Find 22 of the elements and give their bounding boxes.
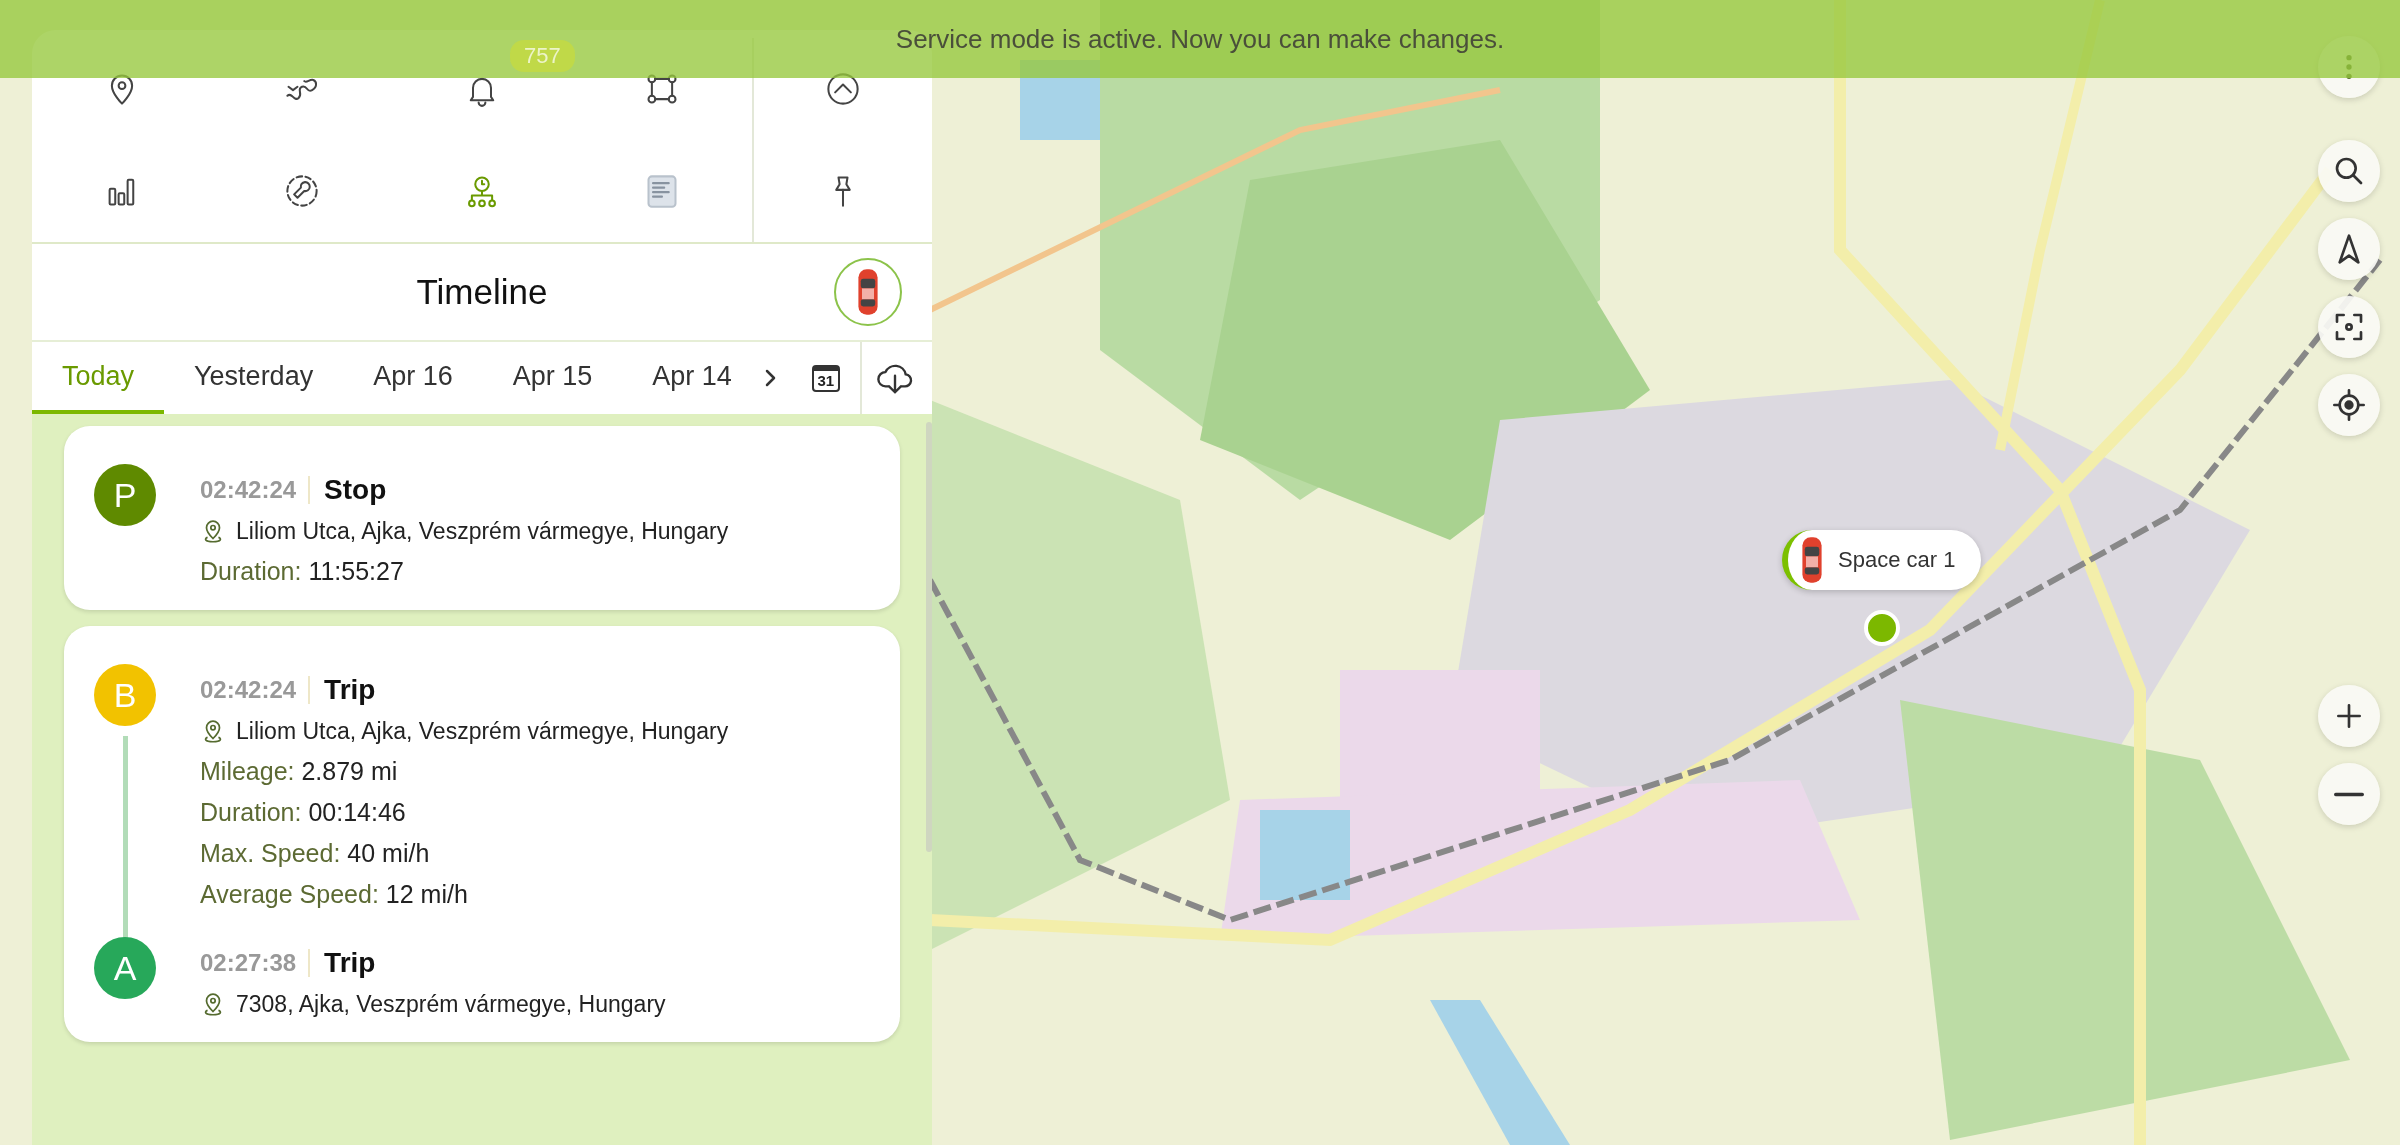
event-detail: Average Speed: 12 mi/h [200,880,469,909]
event-marker: A [94,937,156,999]
count-badge: 757 [510,40,575,72]
event-marker: B [94,664,156,726]
event-type: Trip [324,947,376,979]
event-time: 02:42:24 [200,476,311,504]
event-type: Trip [324,674,376,706]
event-detail: Duration: 11:55:27 [200,557,405,586]
event-detail: Duration: 00:14:46 [200,798,407,827]
panel-title: Timeline [416,272,548,312]
event-time: 02:27:38 [200,949,311,977]
banner-message: Service mode is active. Now you can make changes. [895,23,1505,55]
event-time: 02:42:24 [200,676,311,704]
event-detail: Max. Speed: 40 mi/h [200,839,431,868]
event-detail: Mileage: 2.879 mi [200,757,399,786]
calendar-icon: 31 [811,364,841,392]
event-address: Liliom Utca, Ajka, Veszprém vármegye, Hungary [236,718,729,745]
event-type: Stop [324,474,387,506]
event-address: 7308, Ajka, Veszprém vármegye, Hungary [236,991,666,1018]
vehicle-name: Space car 1 [1838,547,1956,573]
event-address: Liliom Utca, Ajka, Veszprém vármegye, Hungary [236,518,729,545]
event-marker: P [94,464,156,526]
